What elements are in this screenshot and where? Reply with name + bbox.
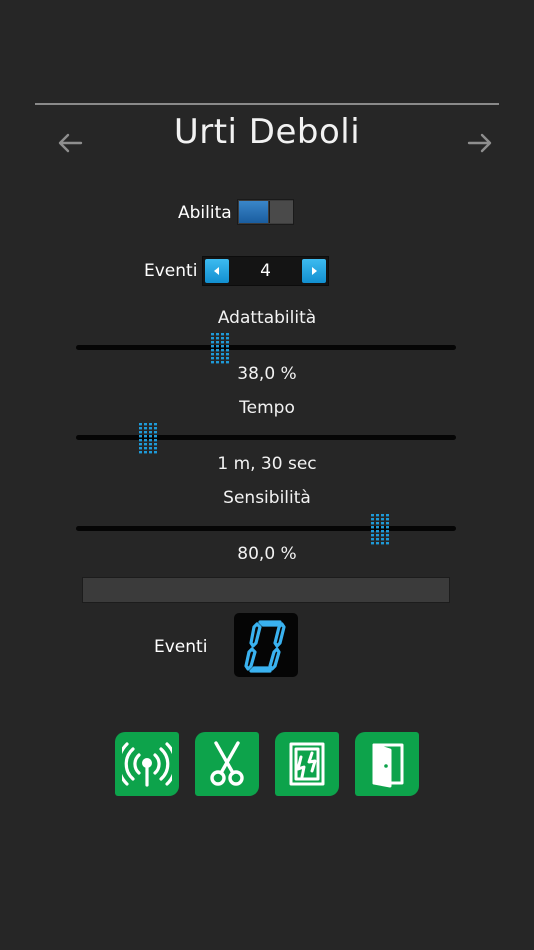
sensitivity-slider-thumb[interactable] <box>370 513 390 545</box>
triangle-left-icon <box>214 267 219 275</box>
enable-label: Abilita <box>178 203 232 223</box>
arrow-right-icon <box>467 133 492 153</box>
events-stepper-label: Eventi <box>144 261 198 281</box>
next-button[interactable] <box>460 125 500 161</box>
broken-glass-window-icon <box>289 742 325 786</box>
time-slider-track[interactable] <box>76 435 456 440</box>
decrement-button[interactable] <box>205 259 229 283</box>
adaptability-value: 38,0 % <box>237 364 297 384</box>
header-divider <box>35 103 499 105</box>
sensitivity-value: 80,0 % <box>237 544 297 564</box>
toggle-on-segment <box>239 201 268 223</box>
time-slider-thumb[interactable] <box>138 422 158 454</box>
scissors-icon <box>210 741 244 786</box>
antenna-signal-icon <box>122 742 172 787</box>
open-door-icon <box>372 743 404 788</box>
adaptability-label: Adattabilità <box>217 308 317 328</box>
page-title: Urti Deboli <box>173 112 361 152</box>
events-counter-display <box>234 613 298 677</box>
sensitivity-slider-track[interactable] <box>76 526 456 531</box>
events-stepper-value: 4 <box>260 261 271 281</box>
adaptability-slider-thumb[interactable] <box>210 332 230 364</box>
sensitivity-label: Sensibilità <box>223 488 311 508</box>
toggle-knob <box>269 201 293 223</box>
increment-button[interactable] <box>302 259 326 283</box>
glass-break-button[interactable] <box>275 732 339 796</box>
adaptability-slider-track[interactable] <box>76 345 456 350</box>
time-value: 1 m, 30 sec <box>217 454 317 474</box>
time-label: Tempo <box>239 398 295 418</box>
level-progress-bar <box>82 577 450 603</box>
triangle-right-icon <box>312 267 317 275</box>
cut-button[interactable] <box>195 732 259 796</box>
door-button[interactable] <box>355 732 419 796</box>
enable-toggle[interactable] <box>237 199 294 225</box>
events-stepper: 4 <box>202 256 329 286</box>
seven-segment-digit <box>244 620 286 673</box>
antenna-signal-button[interactable] <box>115 732 179 796</box>
events-counter-label: Eventi <box>154 637 208 657</box>
